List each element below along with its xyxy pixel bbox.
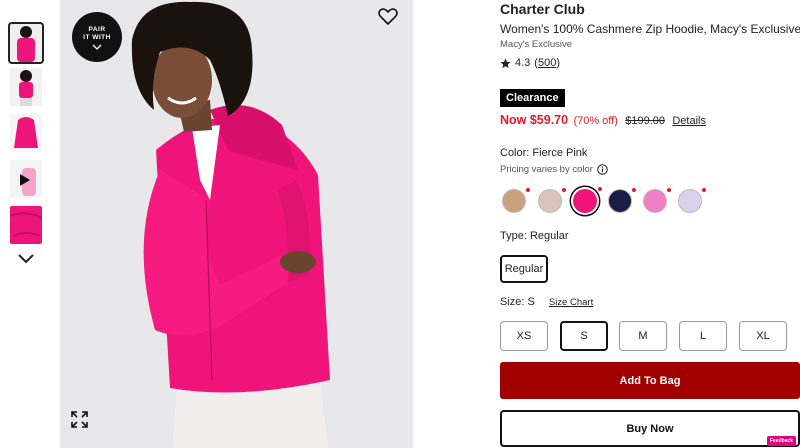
info-icon[interactable] bbox=[597, 164, 608, 175]
exclusive-label: Macy's Exclusive bbox=[500, 39, 573, 50]
thumbnail-rail bbox=[0, 0, 52, 448]
color-swatch-navy[interactable] bbox=[608, 188, 636, 213]
sale-dot-icon bbox=[598, 187, 602, 191]
pair-label-2: IT WITH bbox=[83, 34, 111, 41]
sale-dot-icon bbox=[562, 188, 566, 192]
type-option-regular[interactable]: Regular bbox=[500, 255, 548, 283]
color-label: Color: Fierce Pink bbox=[500, 147, 588, 159]
size-label-row: Size: S Size Chart bbox=[500, 296, 593, 309]
pricing-varies-text: Pricing varies by color bbox=[500, 164, 593, 175]
size-option-s[interactable]: S bbox=[560, 321, 608, 351]
favorite-heart-icon[interactable] bbox=[378, 8, 398, 31]
pair-it-with-button[interactable]: PAIR IT WITH bbox=[72, 12, 122, 62]
rating: 4.3 (500) bbox=[500, 57, 560, 69]
size-option-m[interactable]: M bbox=[619, 321, 667, 351]
rating-value: 4.3 bbox=[515, 57, 531, 69]
original-price: $199.00 bbox=[625, 115, 665, 127]
price-details-link[interactable]: Details bbox=[672, 115, 706, 127]
feedback-badge[interactable]: Feedback bbox=[767, 436, 797, 446]
size-option-xs[interactable]: XS bbox=[500, 321, 548, 351]
sale-price: Now $59.70 bbox=[500, 113, 569, 127]
thumbnail-3[interactable] bbox=[10, 114, 42, 152]
star-icon bbox=[500, 57, 511, 68]
sale-dot-icon bbox=[526, 188, 530, 192]
sale-dot-icon bbox=[632, 188, 636, 192]
color-swatch-light-pink[interactable] bbox=[643, 188, 671, 213]
review-count-link[interactable]: 500 bbox=[538, 57, 556, 69]
color-swatch-light-heather[interactable] bbox=[538, 188, 566, 213]
size-label: Size: S bbox=[500, 296, 535, 308]
clearance-badge: Clearance bbox=[500, 89, 565, 107]
brand-name[interactable]: Charter Club bbox=[500, 1, 585, 17]
thumbnail-1[interactable] bbox=[8, 22, 44, 64]
chevron-down-icon bbox=[92, 44, 102, 50]
chevron-down-icon[interactable] bbox=[17, 252, 35, 266]
sale-dot-icon bbox=[667, 188, 671, 192]
product-title: Women's 100% Cashmere Zip Hoodie, Macy's… bbox=[500, 22, 800, 36]
thumbnail-video[interactable] bbox=[10, 160, 42, 198]
pricing-varies-note: Pricing varies by color bbox=[500, 164, 608, 175]
size-option-l[interactable]: L bbox=[679, 321, 727, 351]
expand-icon[interactable] bbox=[71, 411, 88, 433]
price-row: Now $59.70 (70% off) $199.00 Details bbox=[500, 113, 706, 127]
buy-now-button[interactable]: Buy Now bbox=[500, 410, 800, 447]
size-option-xl[interactable]: XL bbox=[739, 321, 787, 351]
color-swatch-fierce-pink[interactable] bbox=[573, 187, 602, 213]
size-chart-link[interactable]: Size Chart bbox=[549, 296, 593, 309]
type-label: Type: Regular bbox=[500, 230, 569, 242]
color-swatch-tan[interactable] bbox=[502, 188, 530, 213]
add-to-bag-button[interactable]: Add To Bag bbox=[500, 362, 800, 399]
model-photo bbox=[60, 0, 413, 448]
pair-label: PAIR bbox=[88, 26, 106, 33]
percent-off: (70% off) bbox=[573, 115, 618, 127]
product-image[interactable]: PAIR IT WITH bbox=[60, 0, 413, 448]
thumbnail-5[interactable] bbox=[10, 206, 42, 244]
color-swatch-lavender[interactable] bbox=[678, 188, 706, 213]
thumbnail-2[interactable] bbox=[10, 68, 42, 106]
sale-dot-icon bbox=[702, 188, 706, 192]
